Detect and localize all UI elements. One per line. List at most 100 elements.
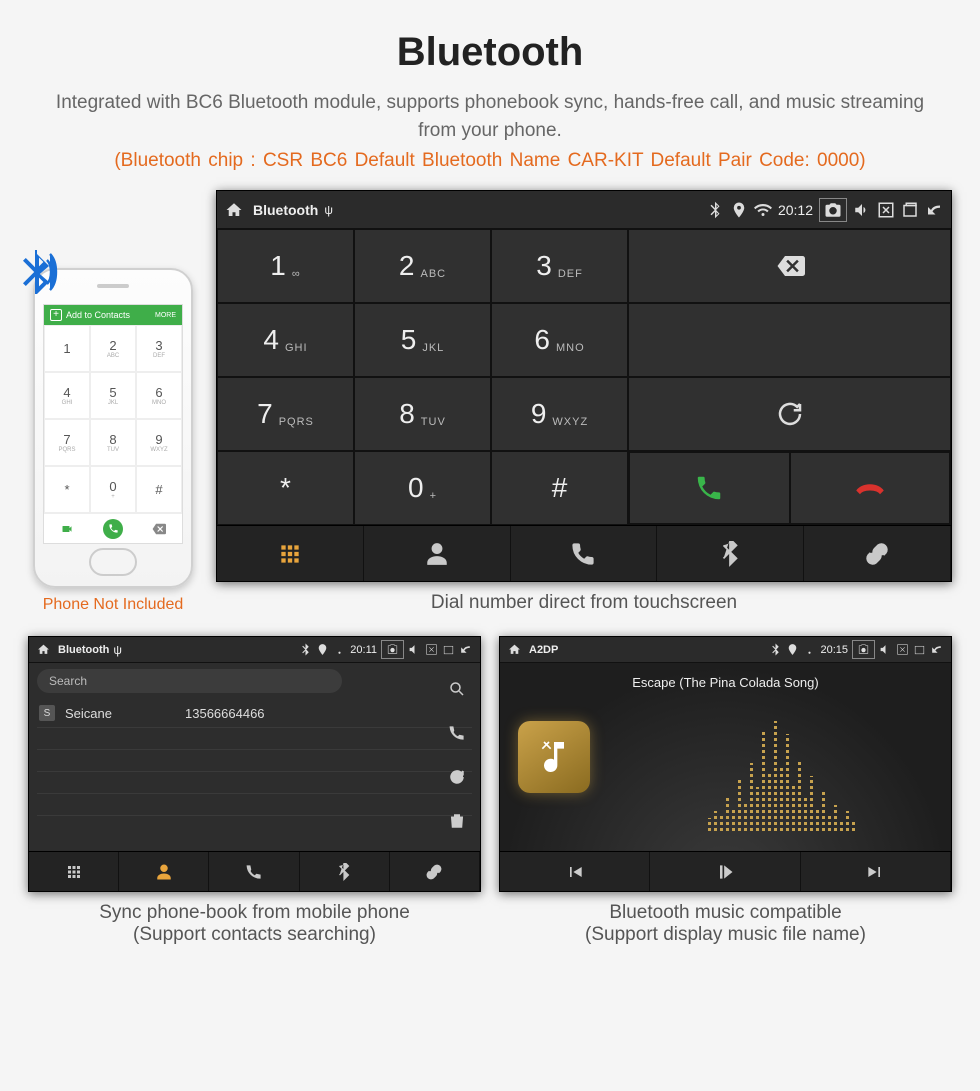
tab-bluetooth[interactable]: [300, 852, 390, 891]
location-icon: [786, 643, 799, 656]
delete-icon[interactable]: [448, 812, 466, 835]
home-icon[interactable]: [37, 643, 50, 656]
key-2[interactable]: 2ABC: [354, 229, 491, 303]
screenshot-icon[interactable]: [852, 640, 875, 659]
back-icon[interactable]: [930, 643, 943, 656]
volume-icon[interactable]: [879, 643, 892, 656]
phone-key-7: 7PQRS: [44, 419, 90, 466]
key-0[interactable]: 0+: [354, 451, 491, 525]
clock: 20:15: [820, 644, 848, 656]
search-icon[interactable]: [448, 680, 466, 703]
list-item: [37, 728, 472, 750]
key-4[interactable]: 4GHI: [217, 303, 354, 377]
home-icon[interactable]: [225, 201, 243, 219]
phone-key-#: #: [136, 466, 182, 513]
phone-header-text: Add to Contacts: [66, 310, 130, 320]
music-controls: [500, 851, 951, 891]
bt-specs: (Bluetooth chip : CSR BC6 Default Blueto…: [10, 150, 970, 172]
location-icon: [316, 643, 329, 656]
phone-key-6: 6MNO: [136, 372, 182, 419]
key-#[interactable]: #: [491, 451, 628, 525]
tab-contacts[interactable]: [119, 852, 209, 891]
volume-icon[interactable]: [408, 643, 421, 656]
tab-dialpad[interactable]: [217, 526, 364, 581]
phone-key-4: 4GHI: [44, 372, 90, 419]
key-7[interactable]: 7PQRS: [217, 377, 354, 451]
tab-pair[interactable]: [390, 852, 480, 891]
location-icon: [730, 201, 748, 219]
bottom-tabs: [29, 851, 480, 891]
phone-key-0: 0+: [90, 466, 136, 513]
key-1[interactable]: 1∞: [217, 229, 354, 303]
wifi-icon: [333, 643, 346, 656]
usb-icon: ψ: [324, 203, 333, 217]
key-3[interactable]: 3DEF: [491, 229, 628, 303]
next-button[interactable]: [801, 852, 951, 891]
plus-icon: +: [50, 309, 62, 321]
prev-button[interactable]: [500, 852, 650, 891]
key-6[interactable]: 6MNO: [491, 303, 628, 377]
contact-row[interactable]: S Seicane 13566664466: [37, 699, 472, 728]
phone-note: Phone Not Included: [28, 596, 198, 614]
key-*[interactable]: *: [217, 451, 354, 525]
phone-keypad: 12ABC3DEF4GHI5JKL6MNO7PQRS8TUV9WXYZ*0+#: [44, 325, 182, 513]
refresh-button[interactable]: [628, 377, 951, 451]
phone-call-button: [90, 513, 136, 543]
key-9[interactable]: 9WXYZ: [491, 377, 628, 451]
dialer-caption: Dial number direct from touchscreen: [216, 592, 952, 614]
screenshot-icon[interactable]: [819, 198, 847, 222]
phonebook-caption: Sync phone-book from mobile phone (Suppo…: [28, 902, 481, 946]
phone-key-2: 2ABC: [90, 325, 136, 372]
play-button[interactable]: [650, 852, 800, 891]
screen-title: A2DP: [529, 644, 558, 656]
list-item: [37, 772, 472, 794]
recents-icon[interactable]: [913, 643, 926, 656]
empty-cell: [628, 303, 951, 377]
statusbar: Bluetooth ψ 20:12: [217, 191, 951, 229]
statusbar: Bluetooth ψ 20:11: [29, 637, 480, 663]
page-subtitle: Integrated with BC6 Bluetooth module, su…: [50, 89, 930, 144]
volume-icon[interactable]: [853, 201, 871, 219]
contact-name: Seicane: [65, 706, 175, 721]
tab-calllog[interactable]: [511, 526, 658, 581]
tab-pair[interactable]: [804, 526, 951, 581]
hangup-button[interactable]: [790, 452, 950, 524]
close-icon[interactable]: [877, 201, 895, 219]
key-5[interactable]: 5JKL: [354, 303, 491, 377]
search-input[interactable]: Search: [37, 669, 342, 693]
tab-bluetooth[interactable]: [657, 526, 804, 581]
phone-key-5: 5JKL: [90, 372, 136, 419]
key-8[interactable]: 8TUV: [354, 377, 491, 451]
close-icon[interactable]: [425, 643, 438, 656]
statusbar: A2DP 20:15: [500, 637, 951, 663]
backspace-button[interactable]: [628, 229, 951, 303]
wifi-icon: [803, 643, 816, 656]
back-icon[interactable]: [925, 201, 943, 219]
home-icon[interactable]: [508, 643, 521, 656]
recents-icon[interactable]: [442, 643, 455, 656]
phone-key-9: 9WXYZ: [136, 419, 182, 466]
contact-badge: S: [39, 705, 55, 721]
tab-contacts[interactable]: [364, 526, 511, 581]
call-button[interactable]: [629, 452, 789, 524]
tab-dialpad[interactable]: [29, 852, 119, 891]
back-icon[interactable]: [459, 643, 472, 656]
tab-calllog[interactable]: [209, 852, 299, 891]
screenshot-icon[interactable]: [381, 640, 404, 659]
screen-title: Bluetooth: [58, 644, 109, 656]
equalizer: [630, 721, 933, 831]
side-actions: [440, 669, 474, 845]
clock: 20:11: [350, 644, 377, 656]
bluetooth-broadcast-icon: [13, 248, 61, 296]
recents-icon[interactable]: [901, 201, 919, 219]
call-icon[interactable]: [448, 724, 466, 747]
close-icon[interactable]: [896, 643, 909, 656]
bluetooth-icon: [299, 643, 312, 656]
phone-key-*: *: [44, 466, 90, 513]
phonebook-screen: Bluetooth ψ 20:11 Search S Seicane 13566…: [28, 636, 481, 892]
bluetooth-icon: [769, 643, 782, 656]
phone-key-1: 1: [44, 325, 90, 372]
phone-backspace-icon: [136, 513, 182, 543]
usb-icon: ψ: [113, 643, 122, 657]
sync-icon[interactable]: [448, 768, 466, 791]
